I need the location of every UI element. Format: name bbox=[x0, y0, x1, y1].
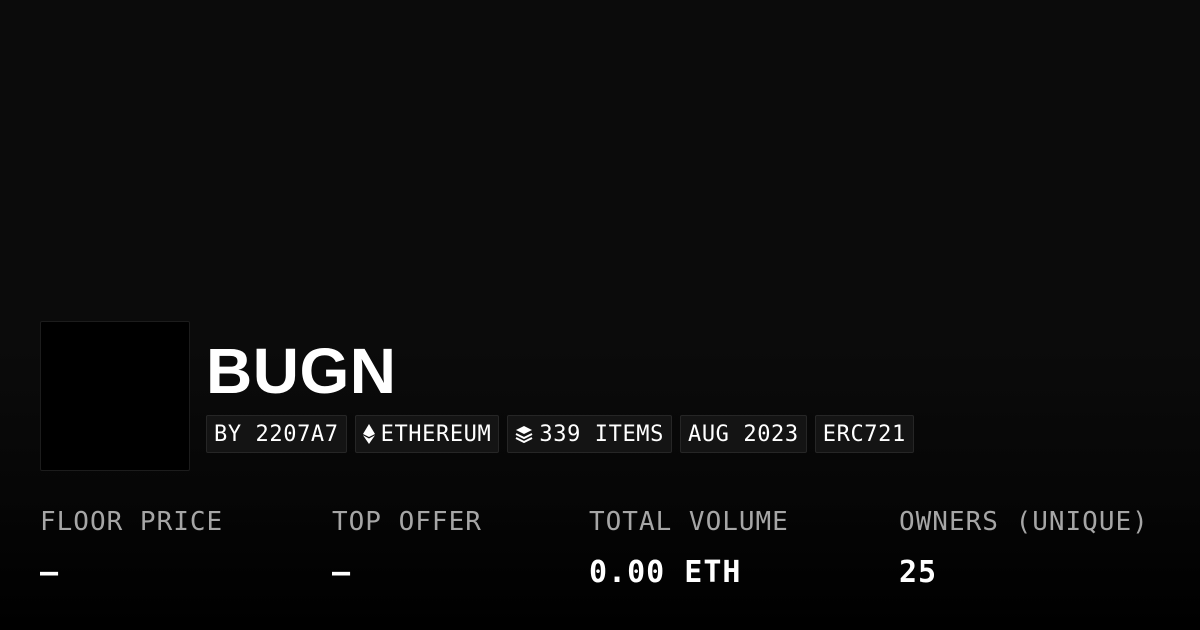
items-badge: 339 ITEMS bbox=[507, 415, 672, 453]
total-volume-label: TOTAL VOLUME bbox=[589, 507, 789, 537]
owners-stat: OWNERS (UNIQUE) 25 bbox=[899, 505, 1149, 591]
owners-label: OWNERS (UNIQUE) bbox=[899, 507, 1149, 537]
standard-badge-label: ERC721 bbox=[822, 421, 906, 447]
date-badge: AUG 2023 bbox=[679, 415, 807, 453]
collection-card: BUGN BY 2207A7 ETHEREUM 339 ITEMS AUG 20… bbox=[0, 0, 1200, 630]
top-offer-value: — bbox=[332, 555, 352, 590]
floor-price-value: — bbox=[40, 555, 60, 590]
creator-badge: BY 2207A7 bbox=[206, 415, 347, 453]
collection-title: BUGN bbox=[206, 335, 397, 407]
ethereum-icon bbox=[362, 424, 375, 444]
collection-avatar bbox=[40, 321, 190, 471]
top-offer-label: TOP OFFER bbox=[332, 507, 482, 537]
collection-badges: BY 2207A7 ETHEREUM 339 ITEMS AUG 2023 ER… bbox=[206, 415, 914, 453]
chain-badge: ETHEREUM bbox=[354, 415, 500, 453]
creator-badge-label: BY 2207A7 bbox=[214, 421, 339, 447]
top-offer-stat: TOP OFFER — bbox=[332, 505, 482, 591]
total-volume-stat: TOTAL VOLUME 0.00 ETH bbox=[589, 505, 789, 591]
total-volume-value: 0.00 ETH bbox=[589, 555, 742, 590]
owners-value: 25 bbox=[899, 555, 938, 590]
standard-badge: ERC721 bbox=[814, 415, 914, 453]
date-badge-label: AUG 2023 bbox=[687, 421, 799, 447]
layers-icon bbox=[515, 425, 533, 443]
chain-badge-label: ETHEREUM bbox=[380, 421, 492, 447]
floor-price-stat: FLOOR PRICE — bbox=[40, 505, 223, 591]
items-badge-label: 339 ITEMS bbox=[539, 421, 664, 447]
floor-price-label: FLOOR PRICE bbox=[40, 507, 224, 537]
